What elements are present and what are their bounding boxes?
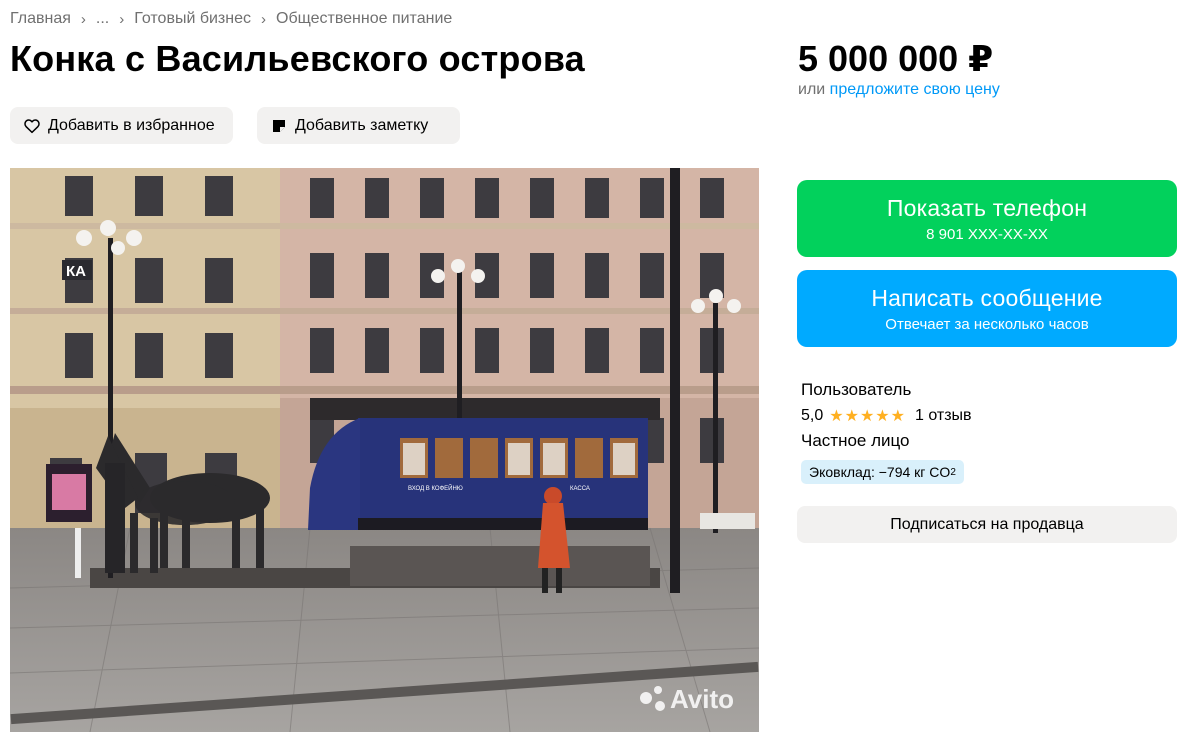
sign-ka: КА — [66, 263, 86, 280]
breadcrumb-item-home[interactable]: Главная — [10, 10, 71, 28]
eco-subscript: 2 — [950, 466, 956, 478]
add-to-favorites-label: Добавить в избранное — [48, 116, 215, 134]
heart-outline-icon — [22, 116, 42, 136]
price: 5 000 000 ₽ — [798, 38, 994, 79]
reviews-link[interactable]: 1 отзыв — [915, 407, 972, 425]
add-note-label: Добавить заметку — [295, 116, 429, 134]
offer-prefix: или — [798, 81, 826, 98]
seller-name[interactable]: Пользователь — [801, 380, 911, 400]
note-icon — [269, 116, 289, 136]
seller-rating: 5,0 ★★★★★ 1 отзыв — [801, 406, 972, 426]
chevron-right-icon: › — [119, 10, 125, 28]
show-phone-button[interactable]: Показать телефон 8 901 XXX-XX-XX — [797, 180, 1177, 257]
offer-price-link[interactable]: предложите свою цену — [830, 81, 1000, 98]
breadcrumb: Главная › ... › Готовый бизнес › Обществ… — [10, 10, 452, 28]
rating-value: 5,0 — [801, 407, 824, 424]
add-note-button[interactable]: Добавить заметку — [257, 107, 460, 144]
seller-type: Частное лицо — [801, 431, 910, 450]
tram-sign-cashier: КАССА — [570, 486, 590, 492]
rating-stars-icon: ★★★★★ — [829, 408, 906, 425]
listing-title: Конка с Васильевского острова — [10, 38, 585, 79]
show-phone-label: Показать телефон — [886, 194, 1088, 221]
listing-photo[interactable]: КА ВХОД В КОФЕЙНЮ КАССА Avito — [10, 168, 759, 732]
chevron-right-icon: › — [261, 10, 266, 28]
offer-price-line: или предложите свою цену — [798, 81, 1000, 99]
avito-watermark: Avito — [670, 684, 734, 714]
write-message-label: Написать сообщение — [871, 284, 1103, 311]
eco-contribution-badge[interactable]: Эковклад: −794 кг CO 2 — [801, 460, 964, 484]
breadcrumb-item-ready-business[interactable]: Готовый бизнес — [134, 10, 251, 28]
tram-sign-entrance: ВХОД В КОФЕЙНЮ — [408, 484, 463, 492]
breadcrumb-item-catering[interactable]: Общественное питание — [276, 10, 452, 28]
add-to-favorites-button[interactable]: Добавить в избранное — [10, 107, 233, 144]
subscribe-seller-button[interactable]: Подписаться на продавца — [797, 506, 1177, 543]
phone-number-masked: 8 901 XXX-XX-XX — [926, 225, 1048, 243]
chevron-right-icon: › — [80, 10, 86, 28]
response-time: Отвечает за несколько часов — [885, 315, 1089, 333]
breadcrumb-item-ellipsis[interactable]: ... — [96, 10, 109, 28]
eco-label: Эковклад: −794 кг CO — [809, 464, 951, 480]
write-message-button[interactable]: Написать сообщение Отвечает за несколько… — [797, 270, 1177, 347]
